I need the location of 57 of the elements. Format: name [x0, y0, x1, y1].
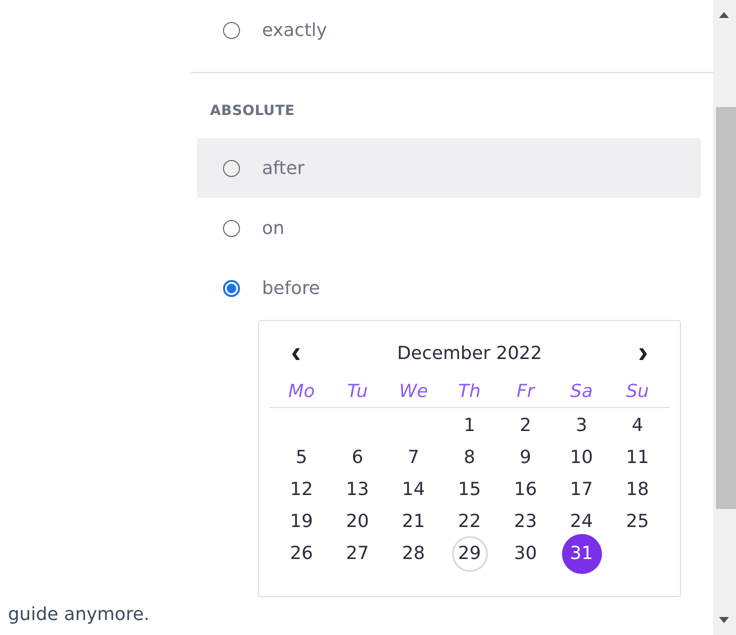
scroll-down-icon[interactable]	[719, 617, 729, 623]
calendar-day[interactable]: 3	[564, 410, 600, 442]
radio-button[interactable]	[223, 220, 240, 236]
calendar-day[interactable]: 29	[452, 536, 488, 572]
month-title: December 2022	[397, 342, 542, 364]
calendar-day[interactable]: 23	[508, 506, 544, 538]
option-row[interactable]: before	[197, 258, 701, 318]
calendar-day[interactable]: 5	[284, 442, 320, 474]
option-label: exactly	[262, 20, 328, 40]
calendar-day[interactable]: 30	[508, 538, 544, 570]
calendar-day[interactable]: 17	[564, 474, 600, 506]
calendar-day[interactable]: 9	[508, 442, 544, 474]
calendar-day[interactable]: 14	[396, 474, 432, 506]
weekday-label: Mo	[287, 380, 316, 404]
option-row[interactable]: on	[197, 198, 701, 258]
calendar-day[interactable]: 21	[396, 506, 432, 538]
calendar-day[interactable]: 31	[562, 534, 602, 574]
calendar-day[interactable]: 18	[620, 474, 656, 506]
calendar-day[interactable]: 6	[340, 442, 376, 474]
option-label: before	[262, 278, 320, 298]
calendar-day[interactable]: 2	[508, 410, 544, 442]
option-label: after	[262, 158, 305, 178]
calendar-day[interactable]: 26	[284, 538, 320, 570]
weekday-label: Su	[625, 380, 650, 404]
calendar-day[interactable]: 4	[620, 410, 656, 442]
option-label: on	[262, 218, 284, 238]
page-text: guide anymore.	[8, 604, 150, 625]
calendar-day[interactable]: 10	[564, 442, 600, 474]
weekday-label: We	[398, 380, 429, 404]
calendar-day[interactable]: 28	[396, 538, 432, 570]
calendar-day[interactable]: 11	[620, 442, 656, 474]
calendar-day[interactable]: 16	[508, 474, 544, 506]
scroll-thumb[interactable]	[716, 107, 736, 509]
calendar-day[interactable]: 1	[452, 410, 488, 442]
radio-button[interactable]	[223, 22, 240, 38]
calendar-day[interactable]: 25	[620, 506, 656, 538]
weekday-label: Th	[457, 380, 482, 404]
calendar-day[interactable]: 20	[340, 506, 376, 538]
previous-month-button[interactable]: ‹	[287, 341, 305, 365]
calendar-day[interactable]: 7	[396, 442, 432, 474]
weekday-label: Sa	[569, 380, 594, 404]
weekday-label: Tu	[346, 380, 369, 404]
calendar-day[interactable]: 12	[284, 474, 320, 506]
calendar-day[interactable]: 22	[452, 506, 488, 538]
section-heading: ABSOLUTE	[210, 103, 296, 119]
calendar-day[interactable]: 8	[452, 442, 488, 474]
calendar-day[interactable]: 13	[340, 474, 376, 506]
calendar-day[interactable]: 19	[284, 506, 320, 538]
option-row[interactable]: after	[197, 138, 701, 198]
scrollbar[interactable]	[713, 0, 736, 635]
next-month-button[interactable]: ›	[634, 341, 652, 365]
calendar-day[interactable]: 15	[452, 474, 488, 506]
radio-button[interactable]	[223, 160, 240, 176]
scroll-up-icon[interactable]	[719, 12, 729, 18]
radio-button[interactable]	[223, 280, 240, 296]
weekday-label: Fr	[516, 380, 536, 404]
calendar-day[interactable]: 27	[340, 538, 376, 570]
